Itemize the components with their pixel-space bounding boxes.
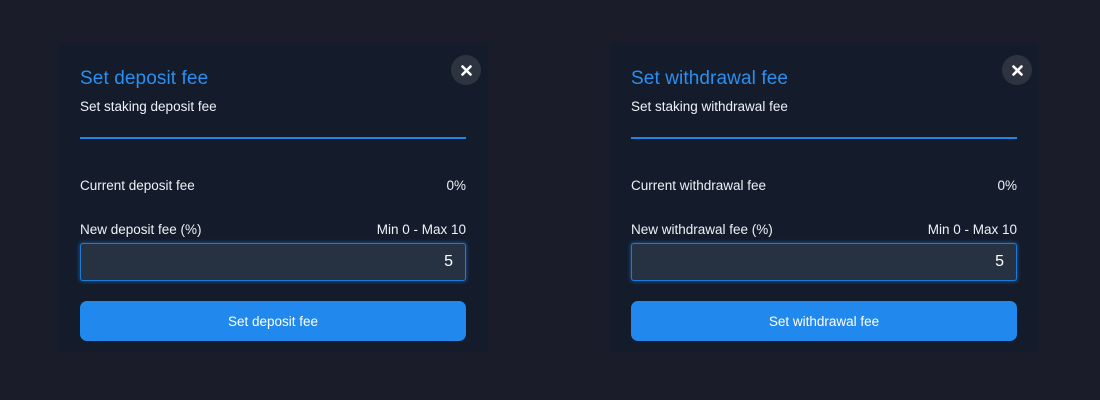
current-fee-value: 0% [446,178,466,193]
close-icon [460,64,472,76]
new-fee-row: New deposit fee (%) Min 0 - Max 10 [80,222,466,237]
divider [631,137,1017,139]
modal-subtitle: Set staking withdrawal fee [631,99,788,114]
new-fee-row: New withdrawal fee (%) Min 0 - Max 10 [631,222,1017,237]
current-fee-row: Current withdrawal fee 0% [631,178,1017,193]
set-deposit-fee-button[interactable]: Set deposit fee [80,301,466,341]
new-fee-label: New withdrawal fee (%) [631,222,773,237]
divider [80,137,466,139]
modal-subtitle: Set staking deposit fee [80,99,217,114]
close-button[interactable] [451,55,481,85]
current-fee-label: Current deposit fee [80,178,195,193]
withdrawal-fee-input[interactable] [631,243,1017,281]
close-button[interactable] [1002,55,1032,85]
withdrawal-fee-modal: Set withdrawal fee Set staking withdrawa… [609,44,1039,352]
deposit-fee-modal: Set deposit fee Set staking deposit fee … [58,44,488,352]
new-fee-label: New deposit fee (%) [80,222,202,237]
current-fee-value: 0% [997,178,1017,193]
close-icon [1011,64,1023,76]
current-fee-label: Current withdrawal fee [631,178,767,193]
set-withdrawal-fee-button[interactable]: Set withdrawal fee [631,301,1017,341]
fee-range-label: Min 0 - Max 10 [927,222,1017,237]
modal-title: Set withdrawal fee [631,68,789,89]
current-fee-row: Current deposit fee 0% [80,178,466,193]
modal-title: Set deposit fee [80,68,209,89]
fee-range-label: Min 0 - Max 10 [376,222,466,237]
deposit-fee-input[interactable] [80,243,466,281]
